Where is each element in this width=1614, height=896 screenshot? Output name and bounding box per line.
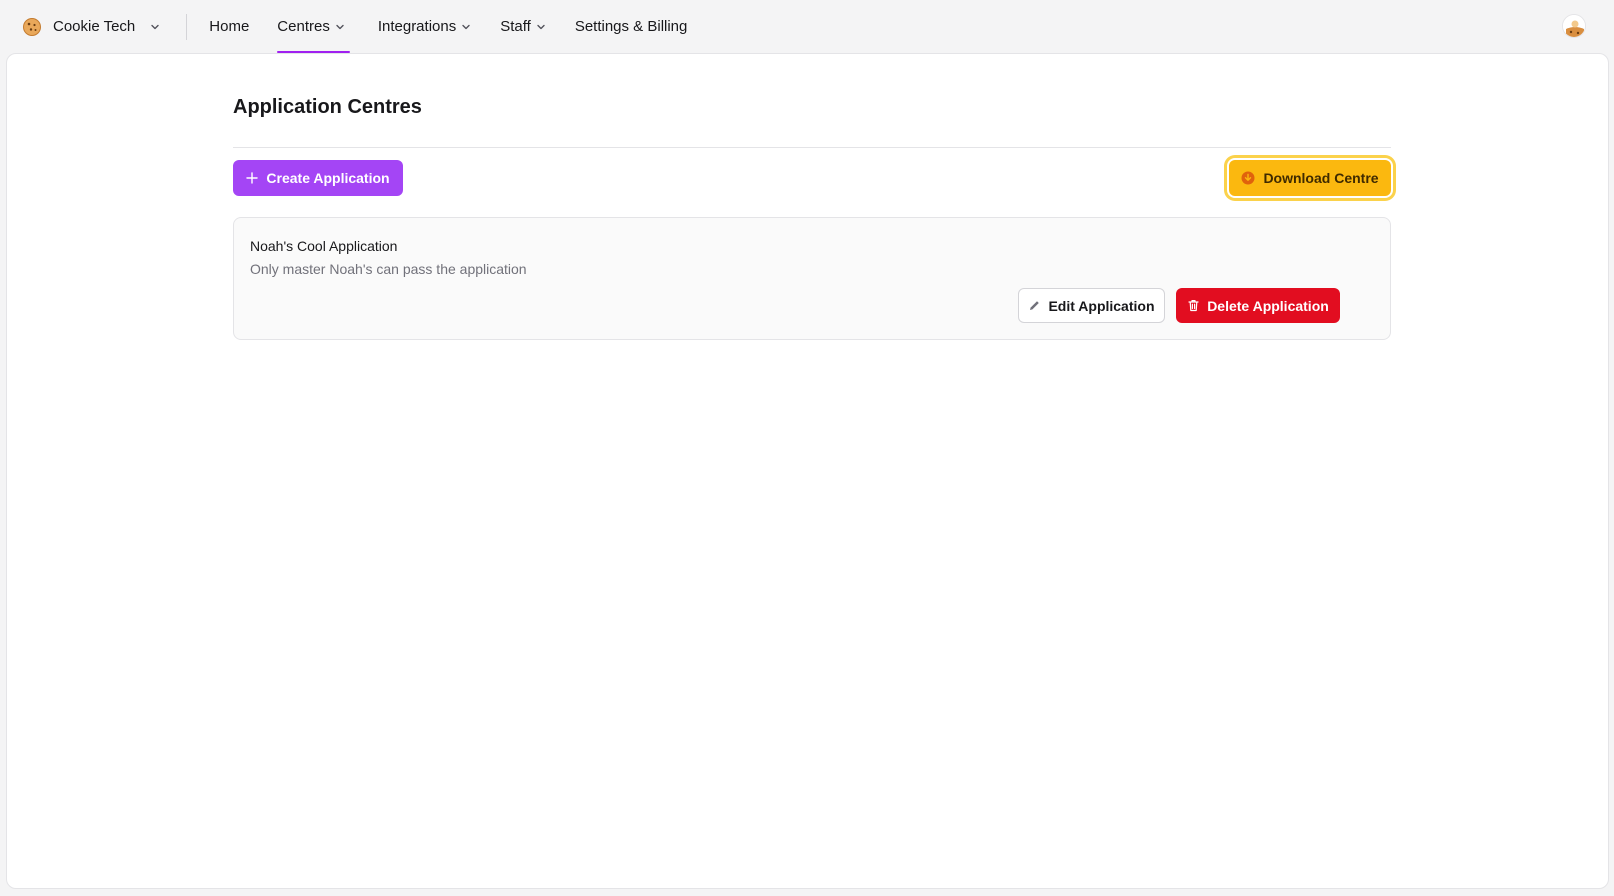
cookie-icon [23, 17, 41, 36]
title-divider [233, 147, 1391, 148]
edit-application-button[interactable]: Edit Application [1018, 288, 1165, 323]
nav-item-staff[interactable]: Staff [500, 0, 547, 53]
application-card: Noah's Cool Application Only master Noah… [233, 217, 1391, 340]
org-switcher[interactable]: Cookie Tech [0, 0, 161, 53]
download-circle-icon [1241, 171, 1255, 185]
trash-icon [1188, 300, 1199, 312]
nav-divider [186, 13, 188, 40]
nav-item-home[interactable]: Home [209, 0, 249, 53]
create-application-button[interactable]: Create Application [233, 160, 403, 196]
nav-label: Integrations [377, 18, 457, 35]
chevron-down-icon [462, 24, 470, 29]
nav-label: Settings & Billing [574, 18, 688, 35]
edit-application-label: Edit Application [1048, 297, 1155, 314]
page-title: Application Centres [233, 96, 422, 118]
nav-item-centres[interactable]: Centres [277, 0, 350, 53]
org-name: Cookie Tech [53, 18, 136, 35]
delete-application-button[interactable]: Delete Application [1176, 288, 1340, 323]
plus-icon [246, 172, 259, 184]
download-centre-label: Download Centre [1263, 170, 1379, 186]
download-centre-button[interactable]: Download Centre [1229, 160, 1391, 196]
application-description: Only master Noah's can pass the applicat… [250, 261, 527, 277]
chevron-down-icon [336, 24, 344, 29]
chevron-down-icon [537, 24, 545, 29]
main-panel: Application Centres Create Application D… [6, 53, 1609, 889]
application-name: Noah's Cool Application [250, 238, 398, 254]
user-avatar[interactable] [1562, 14, 1586, 38]
main-nav: Home Centres Integrations Staff Settings… [209, 0, 715, 53]
avatar-image [1563, 15, 1585, 37]
top-navigation: Cookie Tech Home Centres Integrations St… [0, 0, 1614, 53]
nav-item-settings-billing[interactable]: Settings & Billing [575, 0, 688, 53]
nav-label: Centres [277, 18, 330, 35]
delete-application-label: Delete Application [1207, 297, 1329, 314]
nav-label: Home [209, 18, 250, 35]
create-application-label: Create Application [266, 170, 390, 186]
nav-item-integrations[interactable]: Integrations [378, 0, 472, 53]
nav-label: Staff [500, 18, 531, 35]
pencil-icon [1030, 301, 1040, 310]
chevron-down-icon [151, 24, 159, 29]
